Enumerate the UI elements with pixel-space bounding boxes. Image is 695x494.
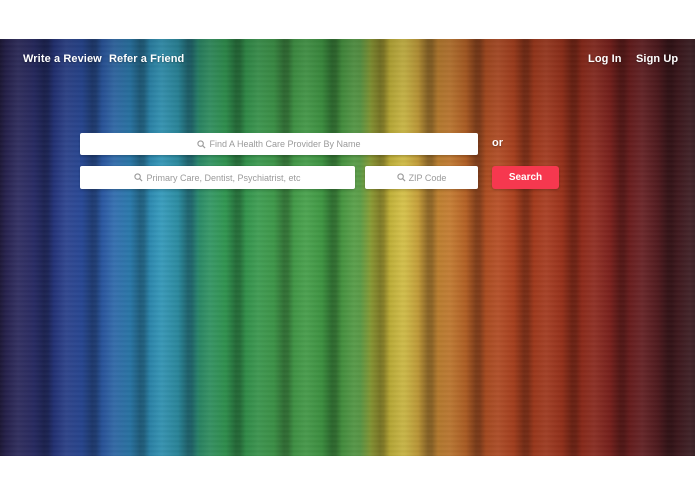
hero-shade [0, 39, 695, 456]
search-icon [134, 173, 143, 182]
write-review-link[interactable]: Write a Review [23, 53, 102, 65]
search-button[interactable]: Search [492, 166, 559, 189]
specialty-input[interactable]: Primary Care, Dentist, Psychiatrist, etc [80, 166, 355, 189]
specialty-placeholder: Primary Care, Dentist, Psychiatrist, etc [146, 172, 301, 183]
refer-friend-link[interactable]: Refer a Friend [109, 53, 184, 65]
provider-name-input[interactable]: Find A Health Care Provider By Name [80, 133, 478, 155]
search-icon [197, 139, 206, 149]
zip-code-placeholder: ZIP Code [408, 172, 447, 183]
log-in-link[interactable]: Log In [588, 53, 622, 65]
or-label: or [492, 137, 503, 149]
zip-code-input[interactable]: ZIP Code [365, 166, 478, 189]
search-icon [396, 173, 406, 182]
hero-background: Write a Review Refer a Friend Log In Sig… [0, 39, 695, 456]
provider-name-placeholder: Find A Health Care Provider By Name [209, 139, 361, 149]
sign-up-link[interactable]: Sign Up [636, 53, 678, 65]
